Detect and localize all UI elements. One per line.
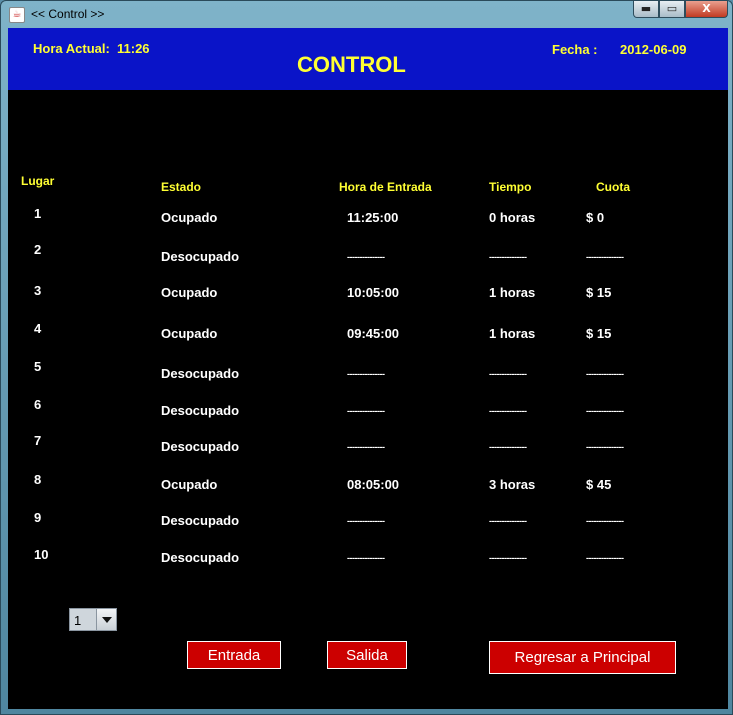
cell-hora: ---------------	[347, 252, 385, 262]
cell-estado: Ocupado	[161, 477, 218, 492]
cell-estado: Ocupado	[161, 210, 218, 225]
cell-cuota: ---------------	[586, 553, 624, 563]
cell-hora: 11:25:00	[347, 210, 399, 225]
space-select[interactable]: 1	[69, 608, 117, 631]
cell-hora: ---------------	[347, 553, 385, 563]
cell-lugar: 1	[34, 206, 42, 221]
cell-estado: Ocupado	[161, 285, 218, 300]
date-value: 2012-06-09	[620, 42, 687, 57]
cell-tiempo: ---------------	[489, 369, 527, 379]
cell-estado: Desocupado	[161, 439, 240, 454]
client-area: Hora Actual: 11:26 CONTROL Fecha : 2012-…	[8, 28, 728, 709]
space-select-value: 1	[74, 613, 82, 628]
cell-hora: ---------------	[347, 516, 385, 526]
cell-tiempo: ---------------	[489, 252, 527, 262]
cell-estado: Desocupado	[161, 366, 240, 381]
cell-tiempo: 1 horas	[489, 285, 536, 300]
cell-hora: 08:05:00	[347, 477, 400, 492]
current-time-label: Hora Actual:	[33, 41, 110, 56]
cell-lugar: 10	[34, 547, 49, 562]
cell-estado: Desocupado	[161, 403, 240, 418]
date-label: Fecha :	[552, 42, 598, 57]
maximize-button[interactable]: ▭	[659, 1, 685, 18]
title-bar[interactable]: ☕ << Control >> ▬ ▭ X	[1, 1, 733, 27]
regresar-principal-button[interactable]: Regresar a Principal	[489, 641, 676, 674]
cell-tiempo: ---------------	[489, 406, 527, 416]
cell-cuota: ---------------	[586, 369, 624, 379]
cell-tiempo: ---------------	[489, 516, 527, 526]
cell-estado: Desocupado	[161, 513, 240, 528]
cell-lugar: 9	[34, 510, 42, 525]
chevron-down-icon[interactable]	[96, 609, 116, 630]
cell-hora: ---------------	[347, 406, 385, 416]
cell-tiempo: ---------------	[489, 553, 527, 563]
cell-lugar: 2	[34, 242, 42, 257]
cell-tiempo: 3 horas	[489, 477, 536, 492]
header-bar: Hora Actual: 11:26 CONTROL Fecha : 2012-…	[8, 28, 728, 90]
header-hora-entrada: Hora de Entrada	[339, 180, 432, 194]
entrada-button[interactable]: Entrada	[187, 641, 281, 669]
close-button[interactable]: X	[685, 1, 728, 18]
cell-lugar: 5	[34, 359, 42, 374]
cell-estado: Ocupado	[161, 326, 218, 341]
cell-lugar: 8	[34, 472, 42, 487]
cell-lugar: 4	[34, 321, 42, 336]
cell-hora: ---------------	[347, 369, 385, 379]
header-estado: Estado	[161, 180, 202, 194]
cell-tiempo: ---------------	[489, 442, 527, 452]
cell-cuota: $ 15	[586, 285, 612, 300]
java-app-icon: ☕	[9, 7, 25, 23]
header-tiempo: Tiempo	[489, 180, 532, 194]
window-controls: ▬ ▭ X	[633, 1, 728, 19]
cell-cuota: ---------------	[586, 252, 624, 262]
window-title: << Control >>	[31, 7, 105, 21]
cell-lugar: 3	[34, 283, 42, 298]
cell-lugar: 6	[34, 397, 42, 412]
header-lugar: Lugar	[21, 174, 55, 188]
cell-lugar: 7	[34, 433, 42, 448]
cell-hora: 10:05:00	[347, 285, 400, 300]
salida-button[interactable]: Salida	[327, 641, 407, 669]
cell-estado: Desocupado	[161, 249, 240, 264]
cell-hora: 09:45:00	[347, 326, 400, 341]
cell-tiempo: 0 horas	[489, 210, 536, 225]
cell-cuota: $ 45	[586, 477, 612, 492]
cell-cuota: ---------------	[586, 406, 624, 416]
cell-tiempo: 1 horas	[489, 326, 536, 341]
cell-cuota: $ 0	[586, 210, 605, 225]
cell-cuota: ---------------	[586, 442, 624, 452]
current-time-value: 11:26	[117, 41, 150, 56]
cell-cuota: $ 15	[586, 326, 612, 341]
minimize-button[interactable]: ▬	[633, 1, 659, 18]
cell-estado: Desocupado	[161, 550, 240, 565]
cell-cuota: ---------------	[586, 516, 624, 526]
header-cuota: Cuota	[596, 180, 630, 194]
app-window: ☕ << Control >> ▬ ▭ X Hora Actual: 11:26…	[0, 0, 733, 715]
page-title: CONTROL	[297, 52, 406, 77]
cell-hora: ---------------	[347, 442, 385, 452]
